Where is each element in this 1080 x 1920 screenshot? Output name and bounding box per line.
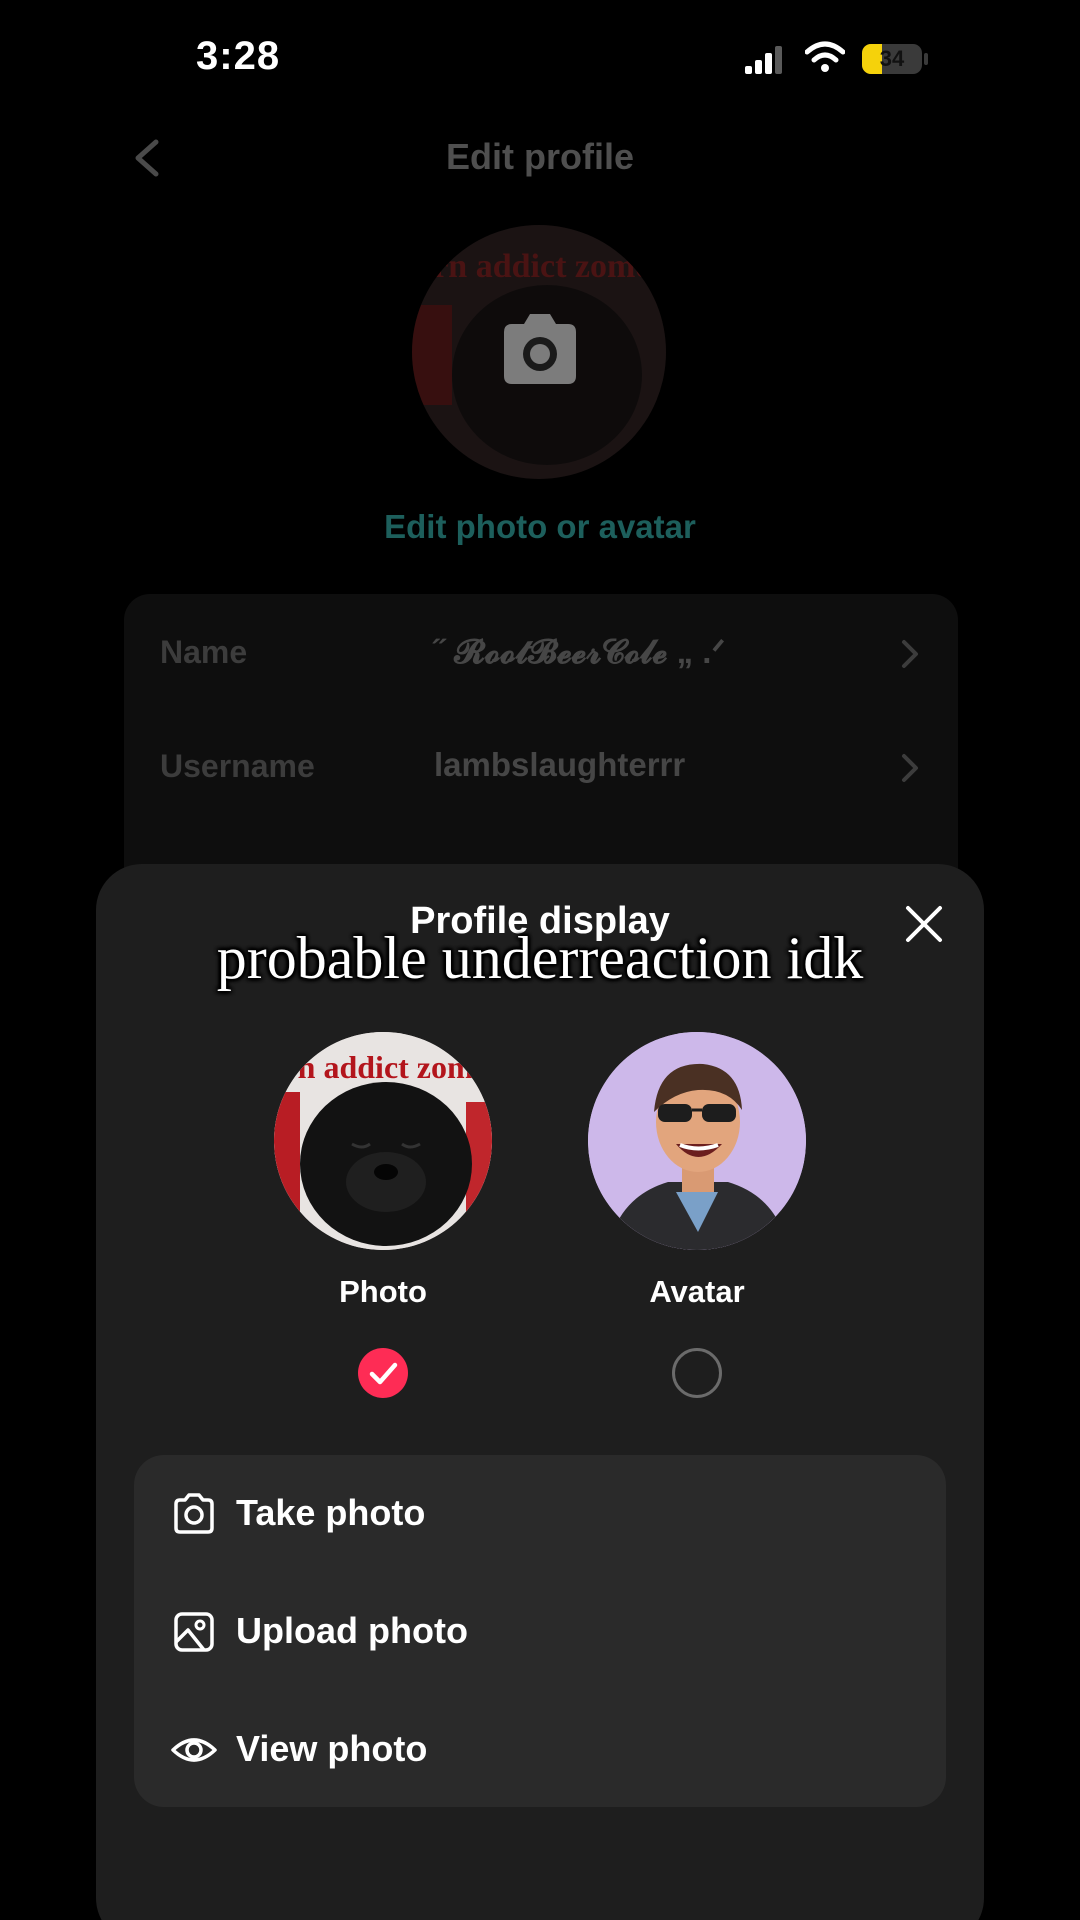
svg-text:orn addict zomoi: orn addict zomoi (416, 248, 662, 285)
status-time: 3:28 (196, 34, 281, 78)
view-photo-option[interactable]: View photo (134, 1694, 946, 1806)
photo-radio-selected[interactable] (358, 1348, 408, 1398)
take-photo-option[interactable]: Take photo (134, 1458, 946, 1570)
avatar-option-label[interactable]: Avatar (547, 1274, 847, 1310)
battery-icon: 34 (862, 44, 922, 74)
name-field-value[interactable]: ˝ 𝓡𝓸𝓸𝓽𝓑𝓮𝓮𝓻𝓒𝓸𝓵𝓮 „ .ᐟ (434, 632, 725, 672)
chevron-right-icon (902, 754, 918, 782)
checkmark-icon (369, 1362, 398, 1385)
photo-option-image[interactable]: orn addict zomoi (274, 1032, 492, 1250)
video-caption: probable underreaction idk (216, 925, 864, 991)
avatar-character (588, 1032, 806, 1250)
image-icon (174, 1612, 214, 1652)
page-title: Edit profile (446, 136, 634, 177)
cellular-signal-icon (745, 46, 782, 74)
username-field-label: Username (160, 748, 315, 784)
upload-photo-label: Upload photo (236, 1610, 468, 1651)
battery-cap (924, 53, 928, 65)
name-field-label: Name (160, 634, 248, 670)
eye-icon (171, 1738, 217, 1762)
edit-photo-link[interactable]: Edit photo or avatar (0, 508, 1080, 546)
upload-photo-option[interactable]: Upload photo (134, 1576, 946, 1688)
avatar-option-image[interactable] (588, 1032, 806, 1250)
battery-percent: 34 (879, 46, 905, 71)
take-photo-label: Take photo (236, 1492, 426, 1533)
camera-icon (174, 1493, 214, 1534)
wifi-icon (805, 41, 845, 72)
status-bar: 3:28 34 (0, 0, 1080, 120)
dog-photo: orn addict zomoi (274, 1032, 492, 1250)
view-photo-label: View photo (236, 1728, 428, 1769)
camera-icon[interactable] (496, 310, 584, 390)
photo-option-label[interactable]: Photo (233, 1274, 533, 1310)
chevron-right-icon (902, 640, 918, 668)
avatar-radio[interactable] (672, 1348, 722, 1398)
username-field-value[interactable]: lambslaughterrr (434, 746, 685, 784)
